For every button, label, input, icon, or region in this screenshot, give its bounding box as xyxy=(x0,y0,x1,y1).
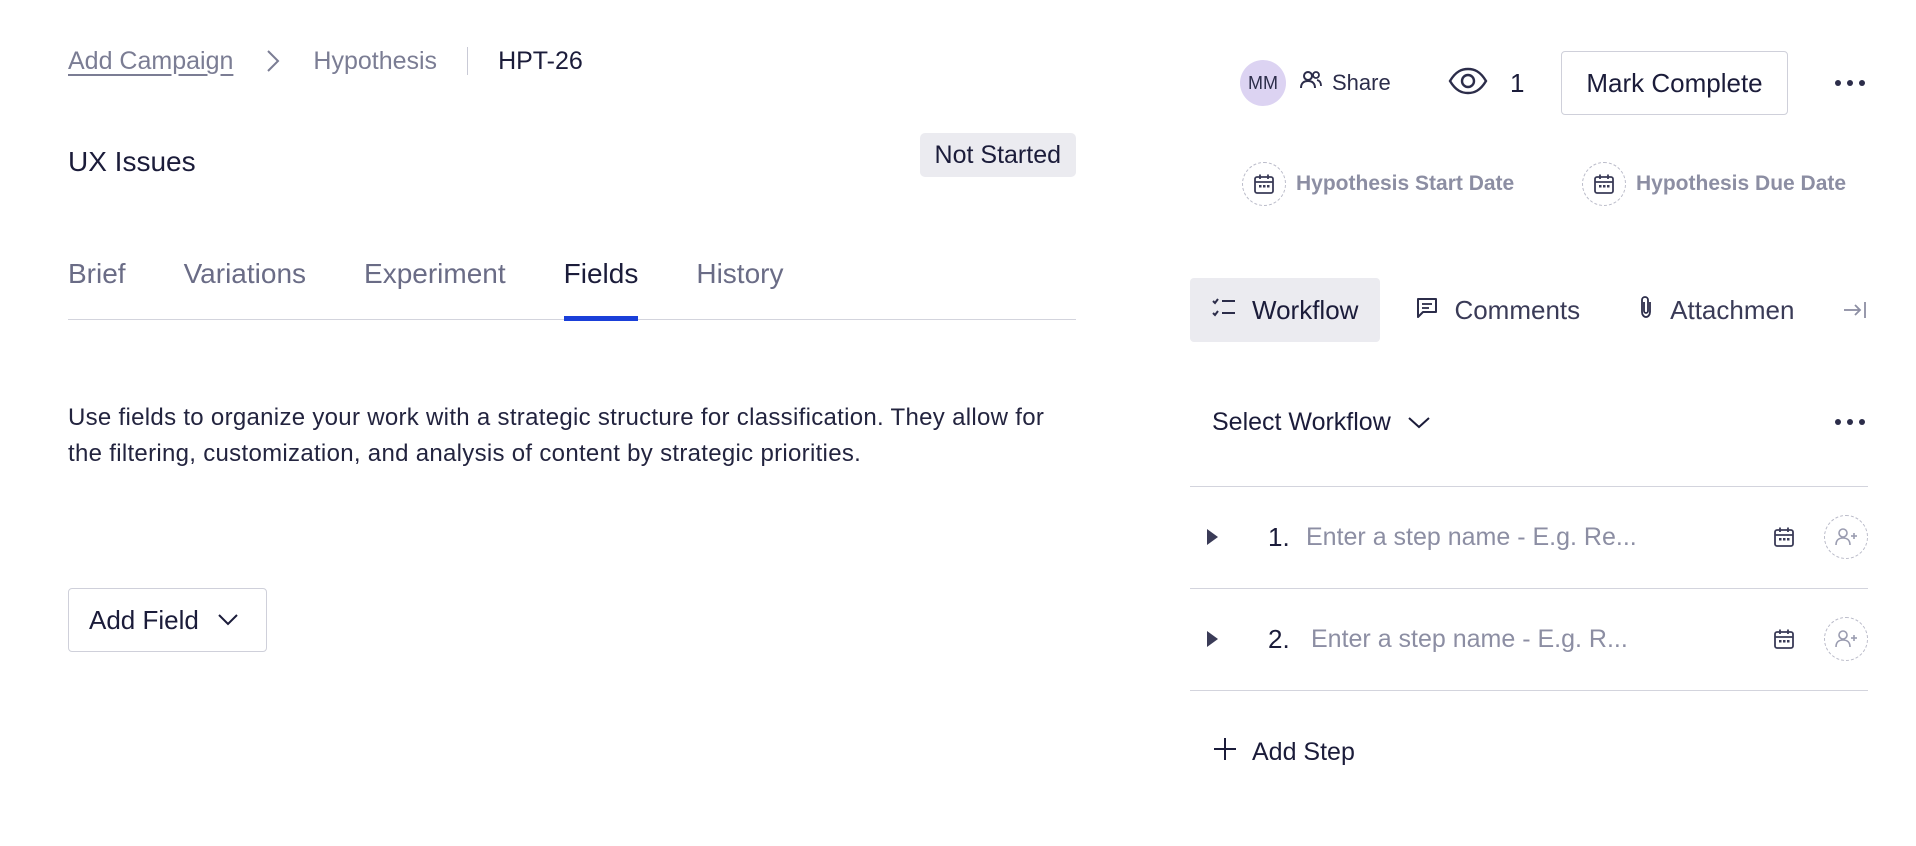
tab-workflow[interactable]: Workflow xyxy=(1190,278,1381,342)
caret-right-icon[interactable] xyxy=(1200,525,1224,549)
hypothesis-start-date[interactable]: Hypothesis Start Date xyxy=(1242,162,1514,206)
breadcrumb-link-add-campaign[interactable]: Add Campaign xyxy=(68,47,233,76)
add-step-button[interactable]: Add Step xyxy=(1212,732,1355,772)
mark-complete-button[interactable]: Mark Complete xyxy=(1561,51,1788,115)
breadcrumb: Add Campaign Hypothesis HPT-26 xyxy=(68,44,583,78)
select-workflow-dropdown[interactable]: Select Workflow xyxy=(1212,402,1431,442)
calendar-icon xyxy=(1242,162,1286,206)
chevron-down-icon xyxy=(1407,408,1431,437)
calendar-icon xyxy=(1582,162,1626,206)
watchers-count: 1 xyxy=(1510,67,1525,98)
tab-workflow-label: Workflow xyxy=(1252,294,1359,325)
due-date-label: Hypothesis Due Date xyxy=(1636,172,1847,195)
more-options-icon[interactable] xyxy=(1830,68,1870,98)
avatar[interactable]: MM xyxy=(1240,60,1286,106)
plus-icon xyxy=(1212,736,1238,769)
breadcrumb-item-hypothesis[interactable]: Hypothesis xyxy=(313,47,437,76)
step-number: 2. xyxy=(1268,623,1290,654)
tab-bar: Brief Variations Experiment Fields Histo… xyxy=(68,248,1076,321)
eye-icon xyxy=(1448,67,1488,100)
tab-attachments[interactable]: Attachmen xyxy=(1616,278,1816,342)
workflow-more-options-icon[interactable] xyxy=(1830,408,1870,436)
side-tab-bar: Workflow Comments Attachmen xyxy=(1190,278,1868,342)
tab-brief[interactable]: Brief xyxy=(68,248,126,320)
status-badge[interactable]: Not Started xyxy=(919,133,1076,177)
tab-comments[interactable]: Comments xyxy=(1394,278,1602,342)
side-panel: MM Share 1 Mark Complete Hypothesis Star… xyxy=(1190,0,1916,846)
checklist-icon xyxy=(1212,295,1236,326)
users-icon xyxy=(1300,70,1322,96)
paperclip-icon xyxy=(1638,295,1654,326)
fields-description: Use fields to organize your work with a … xyxy=(68,404,1045,467)
tab-attachments-label: Attachmen xyxy=(1670,294,1795,325)
step-name-input[interactable] xyxy=(1311,619,1671,659)
step-name-input[interactable] xyxy=(1306,517,1666,557)
comment-icon xyxy=(1416,295,1438,326)
step-number: 1. xyxy=(1268,521,1290,552)
add-step-label: Add Step xyxy=(1252,737,1355,766)
add-field-label: Add Field xyxy=(89,604,199,635)
share-label: Share xyxy=(1332,70,1391,95)
calendar-icon[interactable] xyxy=(1764,619,1804,659)
tab-history[interactable]: History xyxy=(696,248,783,320)
chevron-right-icon xyxy=(253,49,293,73)
workflow-step: 1. xyxy=(1190,487,1868,587)
tab-fields[interactable]: Fields xyxy=(563,248,638,321)
divider xyxy=(1190,690,1868,691)
assign-user-icon[interactable] xyxy=(1824,617,1868,661)
watchers-button[interactable]: 1 xyxy=(1448,60,1524,106)
assign-user-icon[interactable] xyxy=(1824,515,1868,559)
select-workflow-label: Select Workflow xyxy=(1212,407,1391,436)
workflow-step: 2. xyxy=(1190,589,1868,689)
tab-comments-label: Comments xyxy=(1454,294,1581,325)
tab-experiment[interactable]: Experiment xyxy=(364,248,506,320)
collapse-panel-icon[interactable] xyxy=(1842,298,1868,322)
tab-variations[interactable]: Variations xyxy=(184,248,306,320)
calendar-icon[interactable] xyxy=(1764,517,1804,557)
page-title[interactable]: UX Issues xyxy=(68,146,196,178)
main-pane: Add Campaign Hypothesis HPT-26 UX Issues… xyxy=(68,0,1076,846)
share-button[interactable]: Share xyxy=(1300,64,1391,102)
chevron-down-icon xyxy=(217,613,239,627)
caret-right-icon[interactable] xyxy=(1200,627,1224,651)
breadcrumb-current: HPT-26 xyxy=(498,46,583,75)
start-date-label: Hypothesis Start Date xyxy=(1296,172,1515,195)
hypothesis-due-date[interactable]: Hypothesis Due Date xyxy=(1582,162,1846,206)
breadcrumb-divider xyxy=(467,47,469,75)
add-field-button[interactable]: Add Field xyxy=(68,588,267,652)
